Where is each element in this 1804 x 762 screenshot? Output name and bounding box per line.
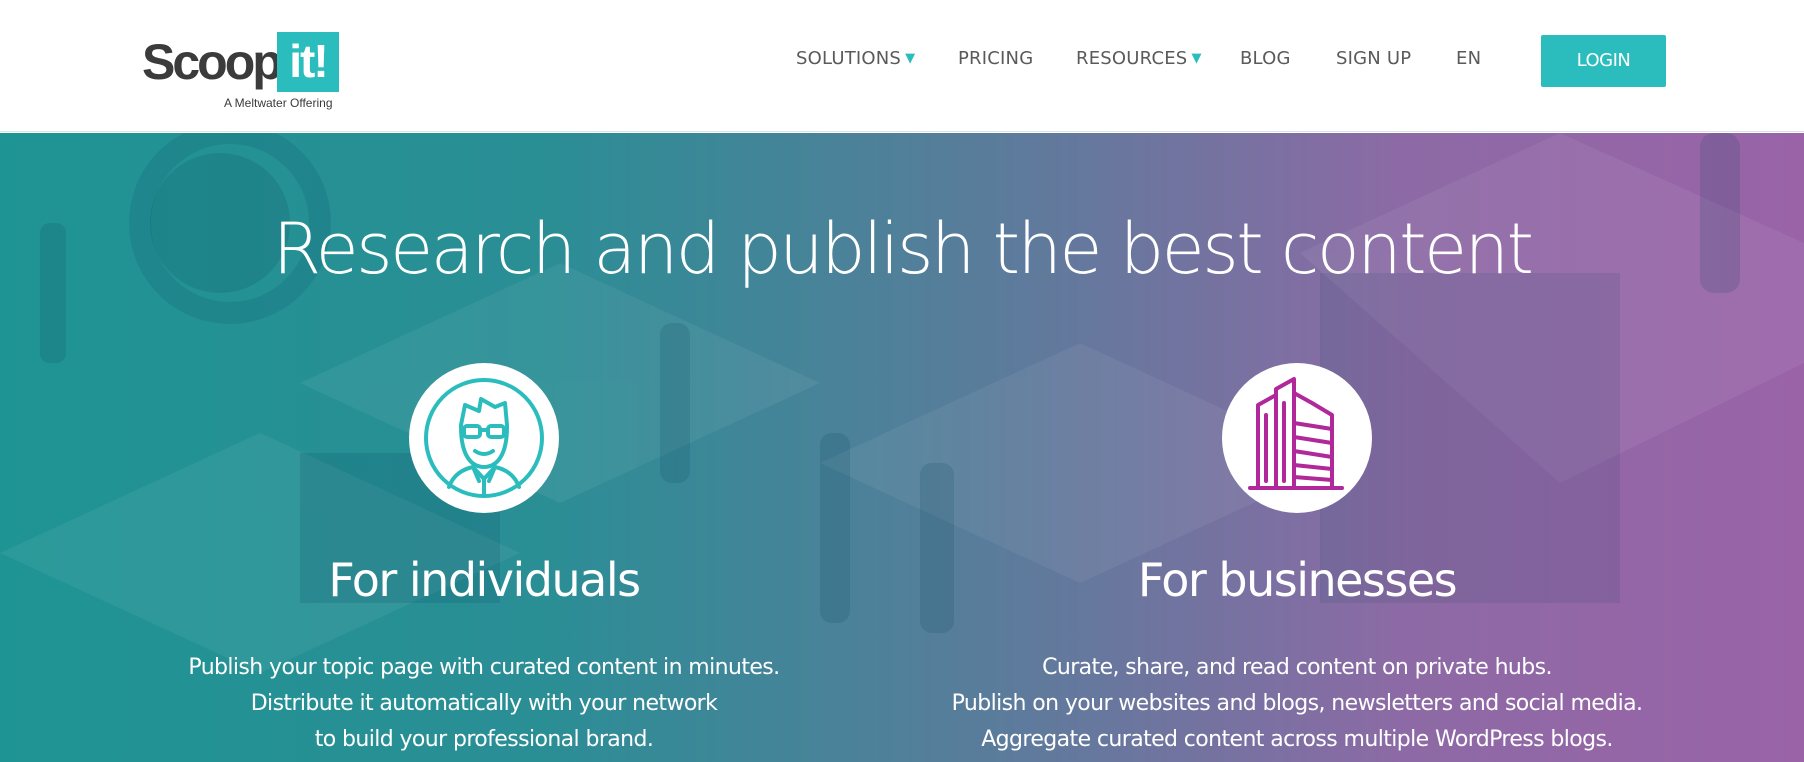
nav-solutions[interactable]: SOLUTIONS ▼: [796, 48, 915, 69]
businesses-icon-circle: [1222, 363, 1372, 513]
login-button[interactable]: LOGIN: [1541, 35, 1666, 87]
site-header: Scoop. it! A Meltwater Offering SOLUTION…: [0, 0, 1804, 132]
individuals-icon-circle: [409, 363, 559, 513]
nav-solutions-label: SOLUTIONS: [796, 48, 902, 69]
businesses-line-3: Aggregate curated content across multipl…: [981, 727, 1613, 752]
scoopit-logo[interactable]: Scoop. it! A Meltwater Offering: [142, 30, 342, 114]
nav-resources[interactable]: RESOURCES ▼: [1076, 48, 1202, 69]
nav-pricing[interactable]: PRICING: [958, 48, 1033, 69]
nav-pricing-label: PRICING: [958, 48, 1034, 69]
hero-title: Research and publish the best content: [272, 208, 1534, 290]
nav-language[interactable]: EN: [1456, 48, 1481, 69]
individuals-description: Publish your topic page with curated con…: [134, 650, 834, 758]
individuals-line-1: Publish your topic page with curated con…: [188, 655, 780, 680]
businesses-description: Curate, share, and read content on priva…: [897, 650, 1697, 758]
person-glasses-icon: [424, 378, 544, 498]
nav-sign-up-label: SIGN UP: [1336, 48, 1412, 69]
logo-tagline: A Meltwater Offering: [224, 96, 333, 110]
nav-resources-label: RESOURCES: [1076, 48, 1188, 69]
businesses-line-2: Publish on your websites and blogs, news…: [951, 691, 1643, 716]
individuals-line-3: to build your professional brand.: [314, 727, 654, 752]
individuals-line-2: Distribute it automatically with your ne…: [250, 691, 718, 716]
logo-wordmark: Scoop.: [142, 34, 294, 90]
nav-blog[interactable]: BLOG: [1240, 48, 1291, 69]
businesses-title: For businesses: [1137, 553, 1458, 607]
individuals-title: For individuals: [328, 553, 641, 607]
chevron-down-icon: ▼: [905, 51, 916, 66]
nav-blog-label: BLOG: [1240, 48, 1291, 69]
office-building-icon: [1248, 377, 1344, 490]
businesses-line-1: Curate, share, and read content on priva…: [1042, 655, 1552, 680]
hero-section: Research and publish the best content Fo…: [0, 133, 1804, 762]
nav-language-label: EN: [1456, 48, 1482, 69]
logo-it-box: it!: [277, 32, 339, 92]
nav-sign-up[interactable]: SIGN UP: [1336, 48, 1411, 69]
chevron-down-icon: ▼: [1191, 51, 1202, 66]
